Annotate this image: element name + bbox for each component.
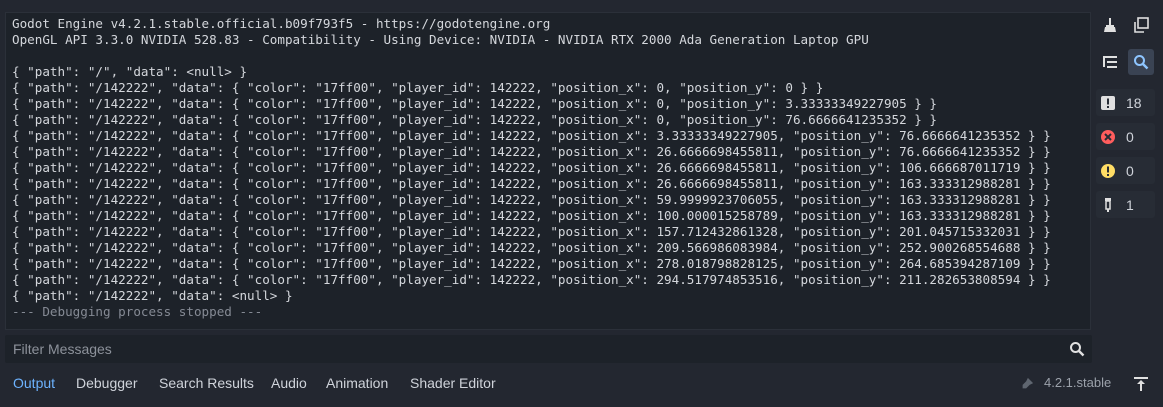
output-dock: Godot Engine v4.2.1.stable.official.b09f… <box>0 0 1163 407</box>
search-icon <box>1070 342 1085 357</box>
output-line: { "path": "/142222", "data": { "color": … <box>12 256 1051 271</box>
editor-icon <box>1100 197 1116 213</box>
output-line: { "path": "/142222", "data": { "color": … <box>12 176 1051 191</box>
tab-debugger[interactable]: Debugger <box>76 375 138 391</box>
tab-search-results[interactable]: Search Results <box>159 375 254 391</box>
tab-animation[interactable]: Animation <box>326 375 388 391</box>
output-line: { "path": "/142222", "data": { "color": … <box>12 272 1051 287</box>
output-line: OpenGL API 3.3.0 NVIDIA 528.83 - Compati… <box>12 32 869 47</box>
copy-output-button[interactable] <box>1129 13 1153 37</box>
output-line: { "path": "/142222", "data": { "color": … <box>12 96 938 111</box>
errors-count: 0 <box>1126 128 1134 145</box>
output-line: { "path": "/142222", "data": { "color": … <box>12 144 1051 159</box>
output-line: { "path": "/142222", "data": { "color": … <box>12 160 1051 175</box>
engine-version-label[interactable]: 4.2.1.stable <box>1044 375 1111 390</box>
output-line: { "path": "/142222", "data": <null> } <box>12 288 293 303</box>
filter-messages-placeholder: Filter Messages <box>13 341 112 357</box>
output-line: --- Debugging process stopped --- <box>12 304 263 319</box>
messages-count: 18 <box>1126 94 1142 111</box>
editor-messages-filter-button[interactable]: 1 <box>1096 191 1155 218</box>
bottom-panel-tabs: Output Debugger Search Results Audio Ani… <box>0 367 1163 407</box>
tab-audio[interactable]: Audio <box>271 375 307 391</box>
warnings-count: 0 <box>1126 162 1134 179</box>
output-line: { "path": "/142222", "data": { "color": … <box>12 224 1051 239</box>
output-line: Godot Engine v4.2.1.stable.official.b09f… <box>12 16 551 31</box>
copy-icon <box>1134 17 1149 33</box>
output-log[interactable]: Godot Engine v4.2.1.stable.official.b09f… <box>5 12 1091 330</box>
warning-icon <box>1100 163 1116 179</box>
collapse-lines-icon <box>1103 56 1117 68</box>
output-log-lines: Godot Engine v4.2.1.stable.official.b09f… <box>12 16 1051 320</box>
output-blank-line <box>12 48 1051 64</box>
output-line: { "path": "/142222", "data": { "color": … <box>12 128 1051 143</box>
filter-messages-input[interactable]: Filter Messages <box>5 335 1092 363</box>
messages-filter-button[interactable]: 18 <box>1096 89 1155 116</box>
output-line: { "path": "/142222", "data": { "color": … <box>12 192 1051 207</box>
collapse-duplicates-button[interactable] <box>1098 50 1122 74</box>
tab-shader-editor[interactable]: Shader Editor <box>410 375 496 391</box>
error-icon <box>1100 129 1116 145</box>
warnings-filter-button[interactable]: 0 <box>1096 157 1155 184</box>
broom-icon <box>1104 18 1116 32</box>
info-icon <box>1100 95 1116 111</box>
output-line: { "path": "/142222", "data": { "color": … <box>12 80 824 95</box>
expand-panel-icon[interactable] <box>1133 376 1149 392</box>
output-line: { "path": "/142222", "data": { "color": … <box>12 240 1051 255</box>
version-notification-icon[interactable] <box>1020 377 1034 391</box>
output-line: { "path": "/142222", "data": { "color": … <box>12 112 938 127</box>
toggle-filter-button[interactable] <box>1128 49 1154 75</box>
errors-filter-button[interactable]: 0 <box>1096 123 1155 150</box>
output-line: { "path": "/142222", "data": { "color": … <box>12 208 1051 223</box>
output-line: { "path": "/", "data": <null> } <box>12 64 248 79</box>
clear-output-button[interactable] <box>1098 13 1122 37</box>
search-icon <box>1134 55 1149 70</box>
tab-output[interactable]: Output <box>13 375 55 391</box>
editor-messages-count: 1 <box>1126 196 1134 213</box>
